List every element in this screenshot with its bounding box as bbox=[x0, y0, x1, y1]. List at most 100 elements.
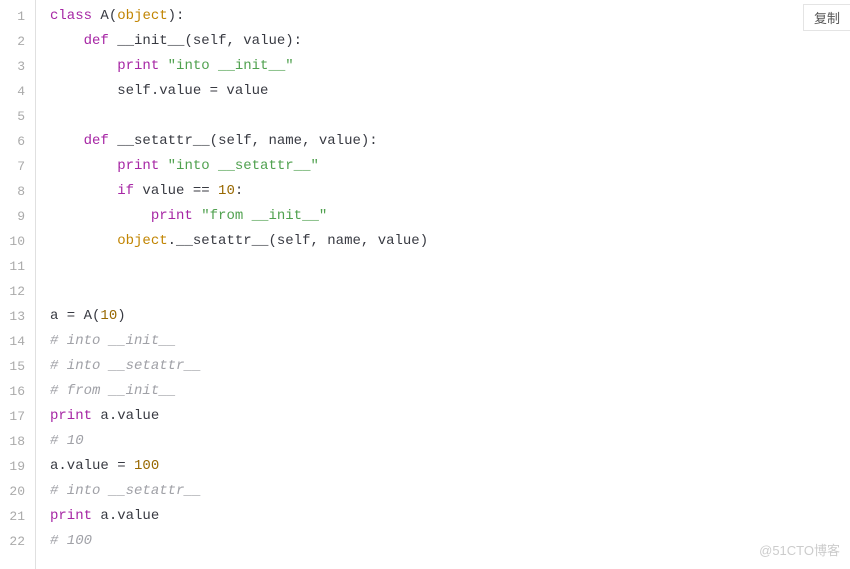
token-ident bbox=[50, 33, 84, 49]
line-number-gutter: 12345678910111213141516171819202122 bbox=[0, 0, 36, 569]
code-line: # from __init__ bbox=[50, 379, 850, 404]
token-kw: if bbox=[117, 183, 134, 199]
token-cmt: # from __init__ bbox=[50, 383, 176, 399]
code-line: self.value = value bbox=[50, 79, 850, 104]
token-ident: a.value bbox=[92, 508, 159, 524]
token-cmt: # into __setattr__ bbox=[50, 358, 201, 374]
code-line: print a.value bbox=[50, 504, 850, 529]
token-ident bbox=[50, 58, 117, 74]
token-ident bbox=[50, 183, 117, 199]
token-ident: self.value = value bbox=[50, 83, 268, 99]
token-num: 10 bbox=[218, 183, 235, 199]
token-ident: a = A( bbox=[50, 308, 100, 324]
line-number: 3 bbox=[0, 54, 35, 79]
token-kw: class bbox=[50, 8, 92, 24]
token-punct: : bbox=[235, 183, 243, 199]
line-number: 12 bbox=[0, 279, 35, 304]
line-number: 2 bbox=[0, 29, 35, 54]
token-ident bbox=[159, 58, 167, 74]
line-number: 6 bbox=[0, 129, 35, 154]
token-ident: self, name, value bbox=[277, 233, 420, 249]
token-ident bbox=[50, 133, 84, 149]
token-cmt: # 100 bbox=[50, 533, 92, 549]
code-line: print "into __init__" bbox=[50, 54, 850, 79]
line-number: 13 bbox=[0, 304, 35, 329]
token-punct: ): bbox=[361, 133, 378, 149]
token-punct: ( bbox=[268, 233, 276, 249]
line-number: 11 bbox=[0, 254, 35, 279]
token-kw: print bbox=[50, 508, 92, 524]
token-ident bbox=[50, 158, 117, 174]
code-line bbox=[50, 279, 850, 304]
token-cmt: # into __init__ bbox=[50, 333, 176, 349]
code-line: object.__setattr__(self, name, value) bbox=[50, 229, 850, 254]
line-number: 19 bbox=[0, 454, 35, 479]
code-line: # into __setattr__ bbox=[50, 479, 850, 504]
line-number: 1 bbox=[0, 4, 35, 29]
token-str: "into __setattr__" bbox=[168, 158, 319, 174]
code-line: def __init__(self, value): bbox=[50, 29, 850, 54]
token-cmt: # 10 bbox=[50, 433, 84, 449]
line-number: 18 bbox=[0, 429, 35, 454]
token-ident: __setattr__ bbox=[109, 133, 210, 149]
line-number: 16 bbox=[0, 379, 35, 404]
token-kw: def bbox=[84, 133, 109, 149]
code-line: # 10 bbox=[50, 429, 850, 454]
line-number: 7 bbox=[0, 154, 35, 179]
code-line bbox=[50, 104, 850, 129]
token-builtin: object bbox=[117, 8, 167, 24]
code-line: def __setattr__(self, name, value): bbox=[50, 129, 850, 154]
token-kw: print bbox=[117, 158, 159, 174]
line-number: 5 bbox=[0, 104, 35, 129]
code-line: # 100 bbox=[50, 529, 850, 554]
token-ident: self, name, value bbox=[218, 133, 361, 149]
line-number: 20 bbox=[0, 479, 35, 504]
line-number: 17 bbox=[0, 404, 35, 429]
token-kw: print bbox=[117, 58, 159, 74]
line-number: 21 bbox=[0, 504, 35, 529]
token-punct: ): bbox=[168, 8, 185, 24]
token-punct: ) bbox=[420, 233, 428, 249]
code-line: print "from __init__" bbox=[50, 204, 850, 229]
line-number: 10 bbox=[0, 229, 35, 254]
code-line: # into __init__ bbox=[50, 329, 850, 354]
token-punct: ( bbox=[184, 33, 192, 49]
token-ident bbox=[159, 158, 167, 174]
token-kw: print bbox=[50, 408, 92, 424]
token-ident bbox=[193, 208, 201, 224]
token-str: "into __init__" bbox=[168, 58, 294, 74]
token-ident: a.value bbox=[92, 408, 159, 424]
token-punct: ( bbox=[210, 133, 218, 149]
line-number: 14 bbox=[0, 329, 35, 354]
watermark: @51CTO博客 bbox=[759, 538, 840, 563]
token-punct: ): bbox=[285, 33, 302, 49]
token-punct: ( bbox=[109, 8, 117, 24]
token-ident: self, value bbox=[193, 33, 285, 49]
code-line: print "into __setattr__" bbox=[50, 154, 850, 179]
token-punct: ) bbox=[117, 308, 125, 324]
token-ident: .__setattr__ bbox=[168, 233, 269, 249]
code-block: 12345678910111213141516171819202122 clas… bbox=[0, 0, 850, 569]
code-content: class A(object): def __init__(self, valu… bbox=[36, 0, 850, 569]
token-str: "from __init__" bbox=[201, 208, 327, 224]
token-num: 100 bbox=[134, 458, 159, 474]
token-ident: A bbox=[92, 8, 109, 24]
line-number: 4 bbox=[0, 79, 35, 104]
token-ident: value == bbox=[134, 183, 218, 199]
code-line: # into __setattr__ bbox=[50, 354, 850, 379]
code-line: print a.value bbox=[50, 404, 850, 429]
token-num: 10 bbox=[100, 308, 117, 324]
token-ident: a.value = bbox=[50, 458, 134, 474]
token-ident bbox=[50, 208, 151, 224]
token-ident: __init__ bbox=[109, 33, 185, 49]
code-line: a.value = 100 bbox=[50, 454, 850, 479]
token-builtin: object bbox=[117, 233, 167, 249]
code-line: if value == 10: bbox=[50, 179, 850, 204]
code-line: a = A(10) bbox=[50, 304, 850, 329]
copy-button[interactable]: 复制 bbox=[803, 4, 850, 31]
line-number: 15 bbox=[0, 354, 35, 379]
code-line: class A(object): bbox=[50, 4, 850, 29]
line-number: 8 bbox=[0, 179, 35, 204]
line-number: 9 bbox=[0, 204, 35, 229]
token-kw: def bbox=[84, 33, 109, 49]
